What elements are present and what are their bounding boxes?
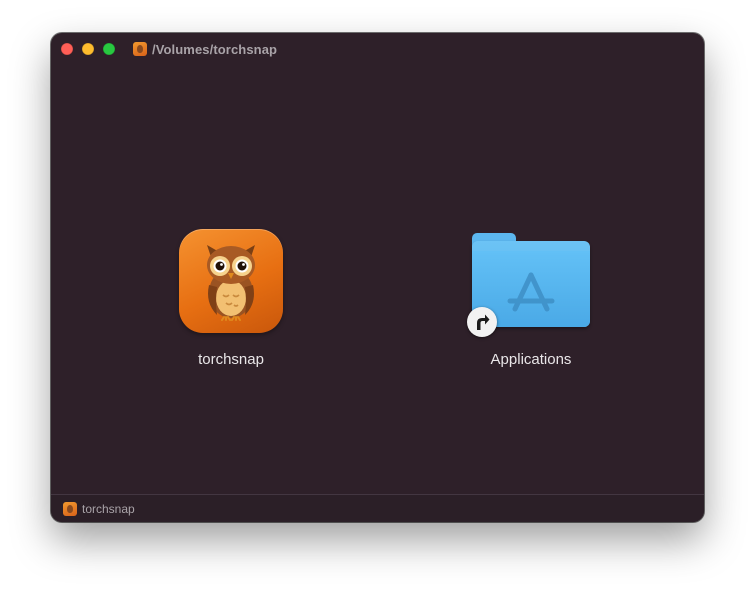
minimize-button[interactable] xyxy=(82,43,94,55)
torchsnap-app-icon[interactable] xyxy=(179,229,283,333)
path-bar-label: torchsnap xyxy=(82,502,135,516)
alias-arrow-icon xyxy=(477,314,490,330)
title-bar[interactable]: /Volumes/torchsnap xyxy=(51,33,704,65)
torchsnap-item[interactable]: torchsnap xyxy=(149,351,313,375)
applications-folder-icon[interactable] xyxy=(467,231,591,343)
finder-window: /Volumes/torchsnap torchsnap Application… xyxy=(51,33,704,522)
disk-image-icon xyxy=(133,42,147,56)
window-title-group: /Volumes/torchsnap xyxy=(133,41,277,57)
window-title: /Volumes/torchsnap xyxy=(152,41,278,57)
close-button[interactable] xyxy=(61,43,73,55)
applications-label: Applications xyxy=(490,351,572,368)
path-bar-item[interactable]: torchsnap xyxy=(63,501,135,517)
disk-image-icon xyxy=(63,502,77,516)
zoom-button[interactable] xyxy=(103,43,115,55)
torchsnap-label: torchsnap xyxy=(198,351,264,368)
owl-icon xyxy=(207,245,255,321)
alias-badge xyxy=(467,307,497,337)
app-store-glyph-icon xyxy=(507,272,555,312)
applications-item[interactable]: Applications xyxy=(449,351,613,375)
path-bar: torchsnap xyxy=(51,494,704,522)
